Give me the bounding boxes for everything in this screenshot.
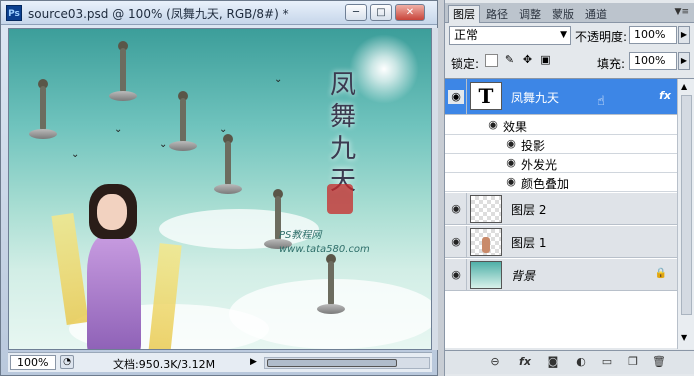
fill-slider-arrow-icon[interactable]: ▶ — [678, 52, 690, 70]
close-button[interactable]: ✕ — [395, 4, 425, 21]
layers-scrollbar[interactable]: ▲ ▼ — [677, 79, 694, 349]
floating-statue — [29, 79, 57, 139]
tab-adjustments[interactable]: 调整 — [514, 5, 546, 23]
link-layers-icon[interactable]: ⊖ — [487, 355, 503, 369]
bird: ⌄ — [274, 74, 283, 85]
lock-label: 锁定: — [451, 57, 480, 71]
blend-opacity-row: 正常 ▼ 不透明度: 100% ▶ — [445, 26, 694, 50]
layer-thumbnail — [470, 195, 502, 223]
status-menu-arrow-icon[interactable]: ▶ — [250, 357, 257, 367]
chevron-down-icon: ▼ — [560, 30, 567, 40]
new-layer-icon[interactable]: ❐ — [625, 355, 641, 369]
floating-statue — [109, 41, 137, 101]
effect-eye-icon[interactable]: ◉ — [503, 156, 519, 170]
floating-statue — [169, 91, 197, 151]
layer-name[interactable]: 图层 1 — [511, 234, 546, 251]
tab-layers[interactable]: 图层 — [448, 5, 480, 23]
effects-eye-icon[interactable]: ◉ — [485, 118, 501, 132]
photoshop-app-icon: Ps — [6, 5, 22, 21]
layer-thumbnail — [470, 228, 502, 256]
effect-label: 投影 — [521, 139, 546, 153]
tab-paths[interactable]: 路径 — [481, 5, 513, 23]
layers-footer-toolbar: ⊖ fx ◙ ◐ ▭ ❐ 🗑 — [445, 350, 694, 374]
fill-input[interactable]: 100% — [629, 52, 677, 70]
effect-eye-icon[interactable]: ◉ — [503, 137, 519, 151]
layer-row[interactable]: ◉ 图层 1 — [445, 226, 677, 258]
floating-statue — [317, 254, 345, 314]
scroll-up-icon[interactable]: ▲ — [681, 82, 687, 91]
scroll-down-icon[interactable]: ▼ — [681, 333, 687, 342]
bird: ⌄ — [219, 124, 228, 135]
hand-cursor-icon: ☝ — [597, 94, 605, 109]
panel-menu-icon[interactable]: ▼≡ — [675, 7, 689, 17]
visibility-eye-icon[interactable]: ◉ — [448, 90, 464, 104]
lock-image-brush-icon[interactable]: ✎ — [503, 54, 516, 67]
effect-row-color-overlay[interactable]: ◉ 颜色叠加 — [445, 173, 677, 192]
opacity-label: 不透明度: — [575, 30, 628, 44]
layer-name[interactable]: 凤舞九天 — [511, 89, 559, 106]
canvas-artwork: ⌄ ⌄ ⌄ ⌄ ⌄ 凤舞九天 PS教程网 www.tata580.com — [9, 29, 431, 349]
visibility-eye-icon[interactable]: ◉ — [448, 202, 464, 216]
tab-masks[interactable]: 蒙版 — [547, 5, 579, 23]
blend-mode-select[interactable]: 正常 ▼ — [449, 26, 571, 45]
opacity-slider-arrow-icon[interactable]: ▶ — [678, 26, 690, 44]
effect-label: 颜色叠加 — [521, 177, 570, 191]
dancer-figure — [51, 174, 182, 349]
document-titlebar[interactable]: Ps source03.psd @ 100% (凤舞九天, RGB/8#) * … — [1, 1, 437, 25]
lock-all-icon[interactable]: ▣ — [539, 54, 552, 67]
red-seal-stamp — [327, 184, 353, 214]
bird: ⌄ — [114, 124, 123, 135]
layer-thumbnail — [470, 261, 502, 289]
opacity-input[interactable]: 100% — [629, 26, 677, 44]
panel-tabs: 图层 路径 调整 蒙版 通道 ▼≡ — [445, 3, 694, 23]
horizontal-scrollbar[interactable] — [264, 357, 430, 369]
effects-label: 效果 — [503, 120, 528, 134]
add-mask-icon[interactable]: ◙ — [545, 355, 561, 369]
delete-layer-icon[interactable]: 🗑 — [651, 355, 667, 369]
effects-header-row[interactable]: ◉ 效果 — [445, 116, 677, 135]
lock-transparent-icon[interactable] — [485, 54, 498, 67]
text-layer-thumbnail: T — [470, 82, 502, 110]
bird: ⌄ — [71, 149, 80, 160]
layer-row-background[interactable]: ◉ 背景 🔒 — [445, 259, 677, 291]
effect-row-outer-glow[interactable]: ◉ 外发光 — [445, 154, 677, 173]
tab-channels[interactable]: 通道 — [580, 5, 612, 23]
layers-panel: 图层 路径 调整 蒙版 通道 ▼≡ 正常 ▼ 不透明度: 100% ▶ 锁定: … — [444, 0, 694, 376]
visibility-eye-icon[interactable]: ◉ — [448, 268, 464, 282]
effect-label: 外发光 — [521, 158, 558, 172]
layers-list: ◉ T 凤舞九天 ☝ fx ◉ 效果 ◉ 投影 ◉ 外发光 ◉ 颜色叠加 ◉ 图… — [445, 78, 694, 349]
layer-name[interactable]: 图层 2 — [511, 201, 546, 218]
fill-label: 填充: — [597, 57, 626, 71]
zoom-options-icon[interactable]: ◔ — [60, 355, 74, 369]
lock-icon: 🔒 — [654, 268, 667, 279]
document-window: Ps source03.psd @ 100% (凤舞九天, RGB/8#) * … — [0, 0, 438, 376]
new-group-icon[interactable]: ▭ — [599, 355, 615, 369]
status-bar: 100% ◔ 文档:950.3K/3.12M ▶ — [8, 352, 432, 372]
canvas[interactable]: ⌄ ⌄ ⌄ ⌄ ⌄ 凤舞九天 PS教程网 www.tata580.com — [8, 28, 432, 350]
minimize-button[interactable]: ─ — [345, 4, 367, 21]
document-size-info: 文档:950.3K/3.12M — [113, 358, 216, 371]
layer-fx-badge[interactable]: fx — [659, 89, 671, 102]
layer-name[interactable]: 背景 — [511, 267, 535, 284]
restore-button[interactable]: □ — [370, 4, 392, 21]
bird: ⌄ — [159, 139, 168, 150]
visibility-eye-icon[interactable]: ◉ — [448, 235, 464, 249]
fx-icon[interactable]: fx — [517, 355, 533, 369]
lock-position-move-icon[interactable]: ✥ — [521, 54, 534, 67]
effect-eye-icon[interactable]: ◉ — [503, 175, 519, 189]
watermark: PS教程网 www.tata580.com — [279, 230, 370, 255]
floating-statue — [214, 134, 242, 194]
adjustment-layer-icon[interactable]: ◐ — [573, 355, 589, 369]
layer-row-text[interactable]: ◉ T 凤舞九天 ☝ fx — [445, 79, 677, 115]
document-title: source03.psd @ 100% (凤舞九天, RGB/8#) * — [28, 7, 289, 21]
vertical-scrollbar[interactable] — [432, 28, 438, 350]
zoom-level-field[interactable]: 100% — [10, 355, 56, 370]
effect-row-drop-shadow[interactable]: ◉ 投影 — [445, 135, 677, 154]
layer-row[interactable]: ◉ 图层 2 — [445, 193, 677, 225]
